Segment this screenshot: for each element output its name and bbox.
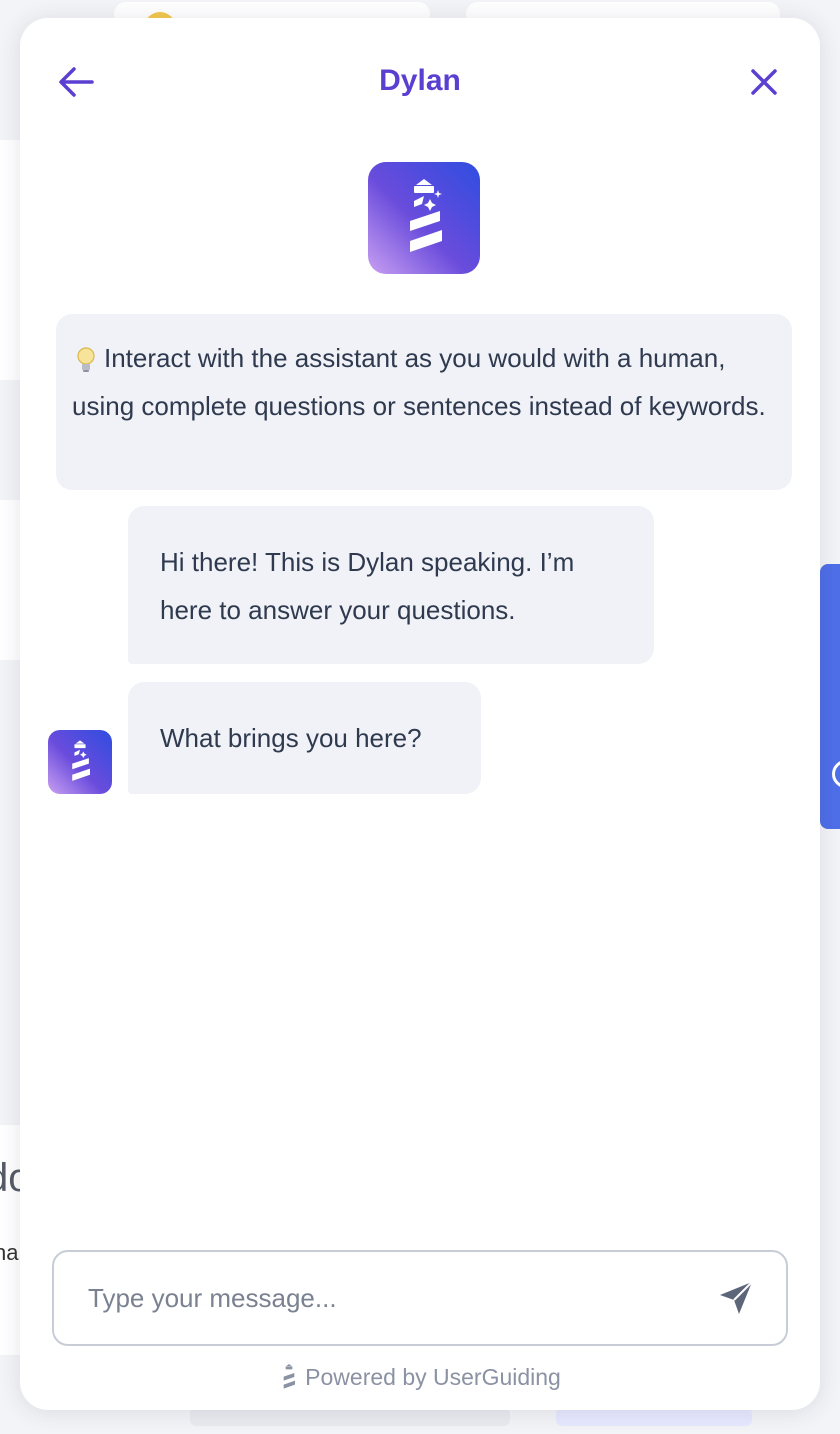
background-side-tab[interactable]	[820, 564, 840, 829]
assistant-chat-widget: Dylan Interact with the assistant as you…	[20, 18, 820, 1410]
assistant-logo	[368, 162, 480, 274]
assistant-message: Hi there! This is Dylan speaking. I’m he…	[128, 506, 654, 664]
close-button[interactable]	[742, 60, 786, 104]
powered-by-text: Powered by UserGuiding	[305, 1363, 561, 1390]
background-bar	[190, 1408, 510, 1426]
message-text: Hi there! This is Dylan speaking. I’m he…	[160, 547, 575, 625]
tip-text: Interact with the assistant as you would…	[72, 343, 766, 421]
assistant-message: What brings you here?	[128, 682, 481, 794]
chat-header: Dylan	[20, 18, 820, 148]
message-input[interactable]	[86, 1281, 690, 1315]
back-button[interactable]	[54, 60, 98, 104]
userguiding-logo-icon	[283, 1364, 296, 1389]
lighthouse-icon	[72, 740, 90, 781]
background-bar	[556, 1408, 752, 1426]
powered-by-footer[interactable]: Powered by UserGuiding	[20, 1362, 820, 1392]
close-icon	[751, 69, 777, 95]
send-icon	[720, 1281, 753, 1314]
assistant-avatar	[48, 730, 112, 794]
lighthouse-icon	[410, 179, 442, 252]
arrow-left-icon	[59, 67, 94, 97]
message-text: What brings you here?	[160, 723, 422, 753]
usage-tip: Interact with the assistant as you would…	[56, 314, 792, 490]
background-panel	[0, 140, 20, 380]
background-panel	[0, 500, 20, 660]
message-composer	[52, 1250, 788, 1346]
chat-title: Dylan	[379, 64, 461, 97]
lightbulb-icon	[77, 347, 95, 373]
send-button[interactable]	[714, 1276, 758, 1320]
page: do na Dylan	[0, 0, 840, 1434]
background-text-fragment: na	[0, 1240, 19, 1265]
